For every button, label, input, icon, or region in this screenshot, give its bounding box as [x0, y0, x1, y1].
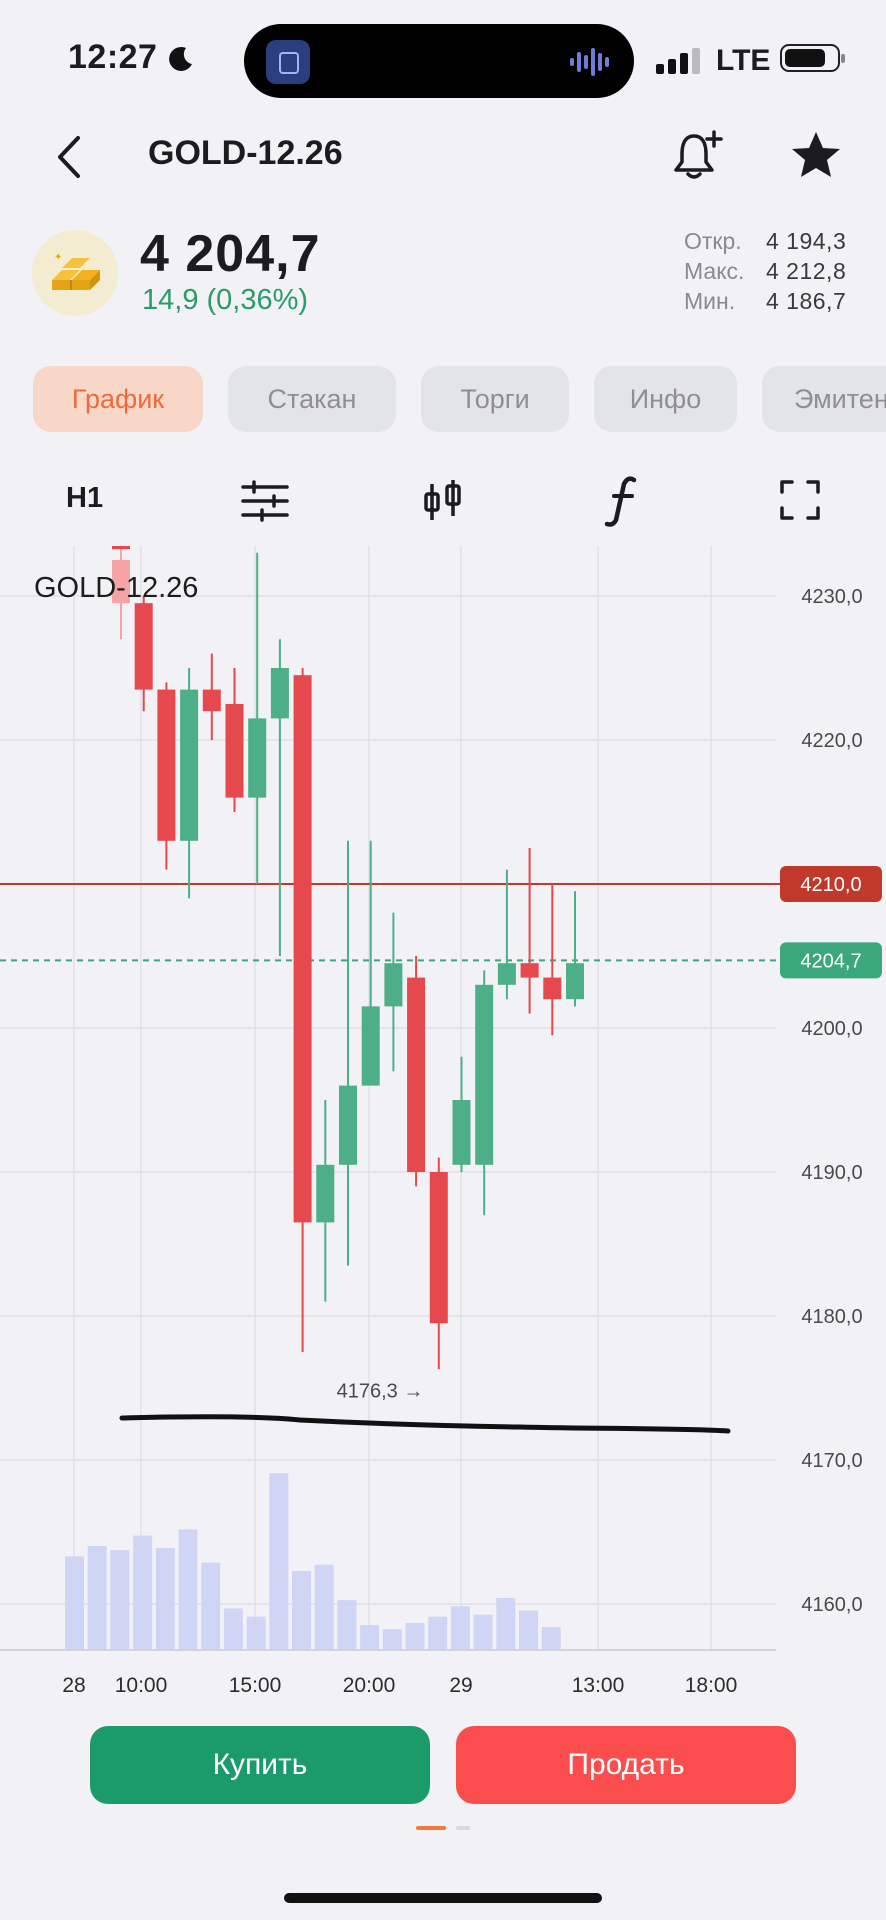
candle-body[interactable] [293, 675, 312, 1223]
candle-body[interactable] [316, 1164, 335, 1223]
current-price: 4 204,7 [140, 225, 321, 283]
price-chart[interactable]: 4230,0 4220,0 4200,0 4190,0 4180,0 4170,0 4160… [0, 546, 886, 1706]
volume-bar [133, 1535, 153, 1650]
volume-bar [541, 1627, 561, 1650]
y-axis-tick-label: 4230,0 [801, 586, 862, 608]
audio-wave-icon [570, 48, 609, 76]
volume-bar [473, 1614, 493, 1650]
candle-body[interactable] [225, 704, 244, 798]
tab-info[interactable]: Инфо [594, 366, 737, 432]
y-axis-tick-label: 4200,0 [801, 1018, 862, 1040]
favorite-star-icon[interactable] [788, 128, 844, 184]
indicators-function-icon[interactable] [604, 474, 644, 528]
candle-body[interactable] [566, 963, 584, 1000]
network-type: LTE [716, 44, 771, 77]
y-axis-tick-label: 4170,0 [801, 1450, 862, 1472]
volume-bar [65, 1556, 84, 1650]
status-time: 12:27 [68, 38, 158, 76]
x-axis-tick-label: 29 [449, 1674, 472, 1697]
candle-body[interactable] [112, 546, 130, 550]
buy-button[interactable]: Купить [90, 1726, 430, 1804]
volume-bar [450, 1606, 470, 1650]
volume-bar [201, 1562, 221, 1650]
moon-icon [169, 46, 192, 71]
candle-body[interactable] [248, 718, 267, 798]
open-label: Откр. [684, 228, 742, 254]
tab-order-book[interactable]: Стакан [228, 366, 396, 432]
volume-bar [405, 1622, 425, 1650]
volume-bar [246, 1616, 266, 1650]
x-axis-tick-label: 10:00 [115, 1674, 168, 1697]
candle-body[interactable] [339, 1085, 357, 1165]
candle-body[interactable] [475, 984, 494, 1165]
settings-sliders-icon[interactable] [240, 480, 290, 522]
tab-chart[interactable]: График [33, 366, 203, 432]
volume-bar [178, 1529, 198, 1650]
candle-body[interactable] [452, 1100, 471, 1165]
volume-bar [382, 1629, 402, 1650]
page-indicator-active [416, 1826, 446, 1830]
volume-bar [110, 1550, 130, 1650]
volume-bar [519, 1610, 538, 1650]
price-change: 14,9 (0,36%) [142, 284, 309, 316]
timeframe-button[interactable]: H1 [66, 482, 103, 515]
candle-body[interactable] [134, 603, 153, 690]
volume-bar [155, 1548, 175, 1650]
candle-body[interactable] [180, 689, 199, 841]
candle-body[interactable] [270, 668, 289, 719]
volume-bar [360, 1625, 380, 1650]
chart-ticker-label: GOLD-12.26 [34, 572, 199, 604]
signal-icon [656, 48, 700, 74]
volume-bar [292, 1570, 311, 1650]
candle-body[interactable] [361, 1006, 380, 1086]
volume-bar [428, 1616, 448, 1650]
home-indicator [284, 1893, 602, 1903]
candle-body[interactable] [202, 689, 221, 712]
low-label: Мин. [684, 288, 736, 314]
gold-icon: ✦ [32, 230, 118, 316]
sell-button[interactable]: Продать [456, 1726, 796, 1804]
candle-body[interactable] [157, 689, 176, 841]
x-axis-tick-label: 18:00 [685, 1674, 738, 1697]
back-icon[interactable] [52, 132, 92, 182]
candlestick-type-icon[interactable] [422, 476, 464, 526]
price-level-label: 4210,0 [800, 874, 861, 896]
candle-body[interactable] [520, 963, 539, 978]
fullscreen-icon[interactable] [780, 480, 820, 520]
battery-icon [780, 44, 845, 72]
volume-bar [87, 1546, 107, 1650]
volume-bar [269, 1473, 289, 1650]
volume-bar [314, 1564, 334, 1650]
candle-body[interactable] [384, 963, 403, 1007]
svg-text:✦: ✦ [54, 252, 62, 263]
candle-body[interactable] [543, 977, 562, 1000]
y-axis-tick-label: 4160,0 [801, 1594, 862, 1616]
x-axis-tick-label: 28 [62, 1674, 85, 1697]
chart-background [0, 546, 886, 1706]
y-axis-tick-label: 4220,0 [801, 730, 862, 752]
high-label: Макс. [684, 258, 745, 284]
x-axis-tick-label: 20:00 [343, 1674, 396, 1697]
x-axis-tick-label: 13:00 [572, 1674, 625, 1697]
candle-body[interactable] [407, 977, 426, 1172]
volume-bar [223, 1608, 243, 1650]
last-price-label: 4204,7 [800, 950, 861, 972]
app-icon [266, 40, 310, 84]
high-value: 4 212,8 [766, 258, 847, 284]
tab-issuer[interactable]: Эмитент [762, 366, 886, 432]
page-indicator [456, 1826, 470, 1830]
candle-body[interactable] [497, 963, 516, 985]
tab-trades[interactable]: Торги [421, 366, 569, 432]
y-axis-tick-label: 4180,0 [801, 1306, 862, 1328]
add-alert-icon[interactable] [670, 128, 726, 184]
candle-body[interactable] [429, 1172, 448, 1324]
y-axis-tick-label: 4190,0 [801, 1162, 862, 1184]
page-title: GOLD-12.26 [148, 134, 343, 172]
x-axis-tick-label: 15:00 [229, 1674, 282, 1697]
volume-bar [337, 1600, 357, 1650]
open-value: 4 194,3 [766, 228, 847, 254]
volume-bar [496, 1598, 516, 1650]
low-value: 4 186,7 [766, 288, 847, 314]
min-price-marker: 4176,3 → [337, 1380, 424, 1402]
